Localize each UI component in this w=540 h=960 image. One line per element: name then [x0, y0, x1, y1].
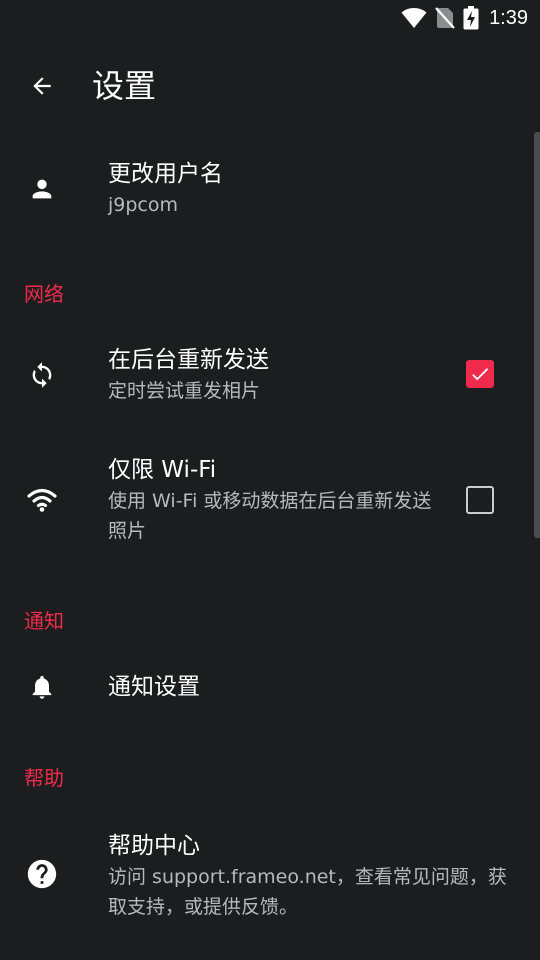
no-sim-icon	[435, 7, 455, 29]
scrollbar[interactable]	[534, 132, 540, 538]
wifi-icon	[401, 7, 427, 29]
bell-icon	[22, 667, 62, 707]
arrow-back-icon	[29, 73, 55, 99]
section-header-notifications: 通知	[24, 609, 64, 633]
section-header-network: 网络	[24, 282, 64, 306]
resend-background-subtitle: 定时尝试重发相片	[108, 380, 261, 402]
resend-background-item[interactable]: 在后台重新发送 定时尝试重发相片	[0, 330, 534, 420]
username-value: j9pcom	[108, 194, 179, 216]
wifi-only-subtitle: 使用 Wi-Fi 或移动数据在后台重新发送照片	[108, 490, 432, 542]
notification-settings-item[interactable]: 通知设置	[0, 650, 534, 724]
resend-background-title: 在后台重新发送	[108, 347, 269, 373]
wifi-only-item[interactable]: 仅限 Wi-Fi 使用 Wi-Fi 或移动数据在后台重新发送照片	[0, 440, 534, 560]
wifi-only-checkbox[interactable]	[466, 486, 494, 514]
wifi-only-title: 仅限 Wi-Fi	[108, 457, 217, 483]
sync-icon	[22, 355, 62, 395]
page-title: 设置	[92, 67, 157, 105]
battery-charging-icon	[463, 6, 479, 30]
app-bar: 设置	[0, 36, 540, 132]
help-center-title: 帮助中心	[108, 833, 200, 859]
help-center-item[interactable]: 帮助中心 访问 support.frameo.net，查看常见问题，获取支持，或…	[0, 818, 534, 938]
change-username-item[interactable]: 更改用户名 j9pcom	[0, 142, 534, 236]
change-username-title: 更改用户名	[108, 161, 223, 187]
status-icons: 1:39	[401, 6, 528, 30]
wifi-icon	[22, 480, 62, 520]
section-header-help: 帮助	[24, 766, 64, 790]
status-time: 1:39	[489, 6, 528, 29]
notification-settings-title: 通知设置	[108, 674, 200, 700]
back-button[interactable]	[20, 64, 64, 108]
help-center-subtitle: 访问 support.frameo.net，查看常见问题，获取支持，或提供反馈。	[108, 866, 507, 918]
help-circle-icon	[22, 854, 62, 894]
status-bar: 1:39	[0, 0, 540, 36]
person-icon	[22, 169, 62, 209]
resend-background-checkbox[interactable]	[466, 360, 494, 388]
checkmark-icon	[469, 363, 491, 385]
